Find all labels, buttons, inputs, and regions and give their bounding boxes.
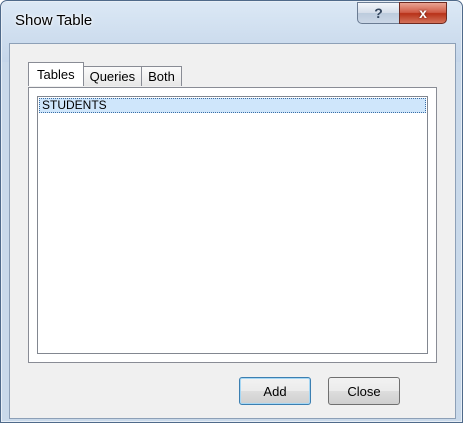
close-button[interactable]: Close [328,377,400,405]
tab-strip: Tables Queries Both [28,62,182,86]
show-table-dialog: Show Table ? x Tables Queries Both STUDE… [0,0,463,423]
add-button[interactable]: Add [239,377,311,405]
list-item[interactable]: STUDENTS [39,98,426,113]
close-icon: x [419,5,427,21]
window-close-button[interactable]: x [399,2,447,24]
title-bar[interactable]: Show Table ? x [1,1,462,43]
tab-queries[interactable]: Queries [82,66,143,86]
help-icon: ? [374,5,383,21]
window-title: Show Table [15,12,93,29]
help-button[interactable]: ? [357,2,400,24]
table-listbox[interactable]: STUDENTS [37,96,428,354]
tab-tables[interactable]: Tables [28,62,84,86]
dialog-body: Tables Queries Both STUDENTS Add Close [9,43,456,419]
tab-panel: STUDENTS [28,87,437,363]
tab-both[interactable]: Both [141,66,182,86]
